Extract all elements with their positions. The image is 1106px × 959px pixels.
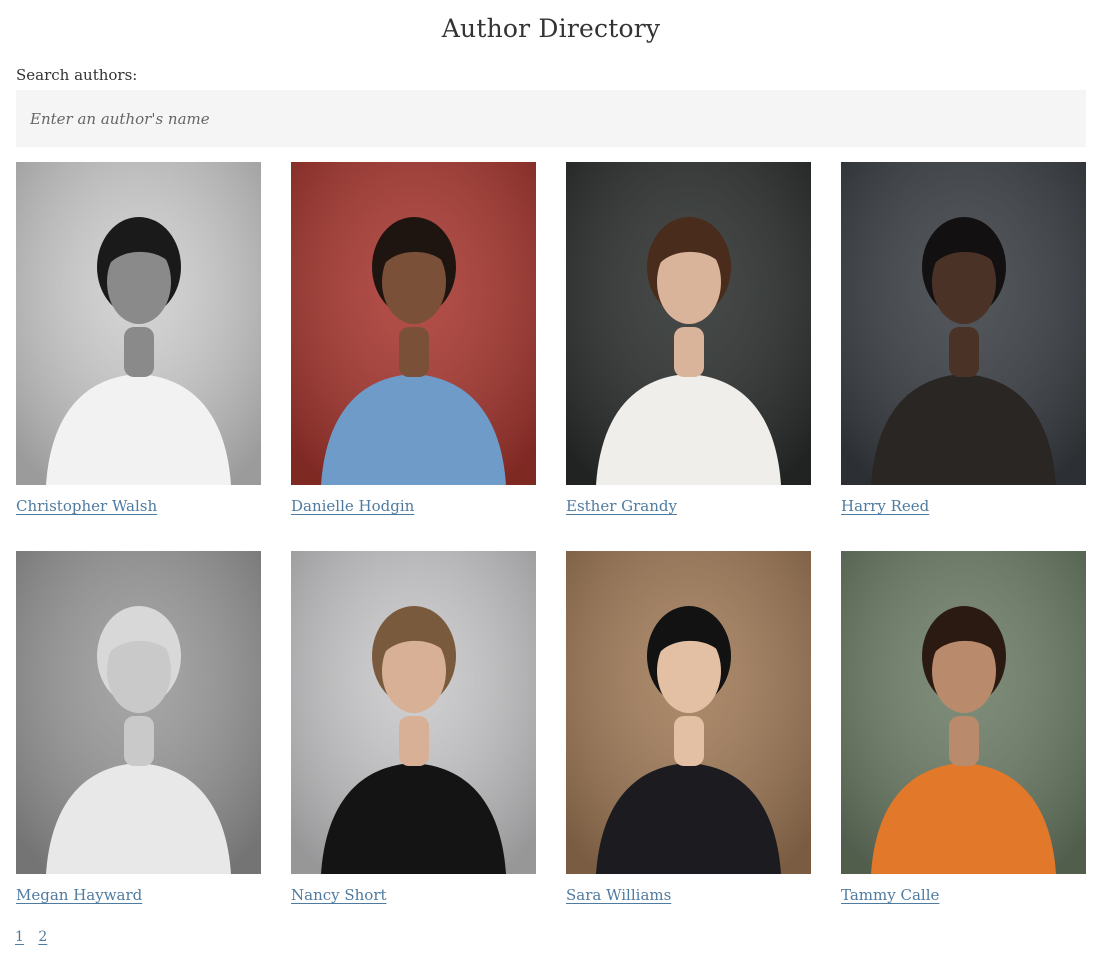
author-card: Danielle Hodgin bbox=[291, 162, 536, 551]
author-name-link[interactable]: Megan Hayward bbox=[16, 886, 142, 904]
author-name-link[interactable]: Harry Reed bbox=[841, 497, 929, 515]
portrait-image bbox=[16, 551, 261, 874]
author-photo[interactable] bbox=[16, 551, 261, 874]
portrait-image bbox=[566, 162, 811, 485]
author-card: Nancy Short bbox=[291, 551, 536, 940]
author-name-link[interactable]: Esther Grandy bbox=[566, 497, 677, 515]
author-name-link[interactable]: Sara Williams bbox=[566, 886, 671, 904]
pagination: 1 2 bbox=[15, 929, 57, 945]
author-grid: Christopher Walsh Danielle Hodgin Esther… bbox=[16, 162, 1086, 940]
author-name-link[interactable]: Christopher Walsh bbox=[16, 497, 157, 515]
author-photo[interactable] bbox=[291, 162, 536, 485]
author-name-link[interactable]: Danielle Hodgin bbox=[291, 497, 414, 515]
portrait-image bbox=[841, 162, 1086, 485]
portrait-image bbox=[291, 551, 536, 874]
portrait-image bbox=[566, 551, 811, 874]
page-link-1[interactable]: 1 bbox=[15, 929, 24, 945]
author-photo[interactable] bbox=[566, 162, 811, 485]
author-card: Tammy Calle bbox=[841, 551, 1086, 940]
author-photo[interactable] bbox=[16, 162, 261, 485]
author-card: Megan Hayward bbox=[16, 551, 261, 940]
author-card: Sara Williams bbox=[566, 551, 811, 940]
page-link-2[interactable]: 2 bbox=[38, 929, 47, 945]
search-input[interactable] bbox=[16, 90, 1086, 147]
author-card: Christopher Walsh bbox=[16, 162, 261, 551]
author-name-link[interactable]: Tammy Calle bbox=[841, 886, 939, 904]
author-photo[interactable] bbox=[841, 551, 1086, 874]
author-card: Harry Reed bbox=[841, 162, 1086, 551]
portrait-image bbox=[16, 162, 261, 485]
search-label: Search authors: bbox=[16, 66, 138, 84]
portrait-image bbox=[841, 551, 1086, 874]
author-name-link[interactable]: Nancy Short bbox=[291, 886, 387, 904]
author-photo[interactable] bbox=[566, 551, 811, 874]
page-title: Author Directory bbox=[441, 14, 661, 43]
author-photo[interactable] bbox=[291, 551, 536, 874]
author-card: Esther Grandy bbox=[566, 162, 811, 551]
portrait-image bbox=[291, 162, 536, 485]
author-photo[interactable] bbox=[841, 162, 1086, 485]
